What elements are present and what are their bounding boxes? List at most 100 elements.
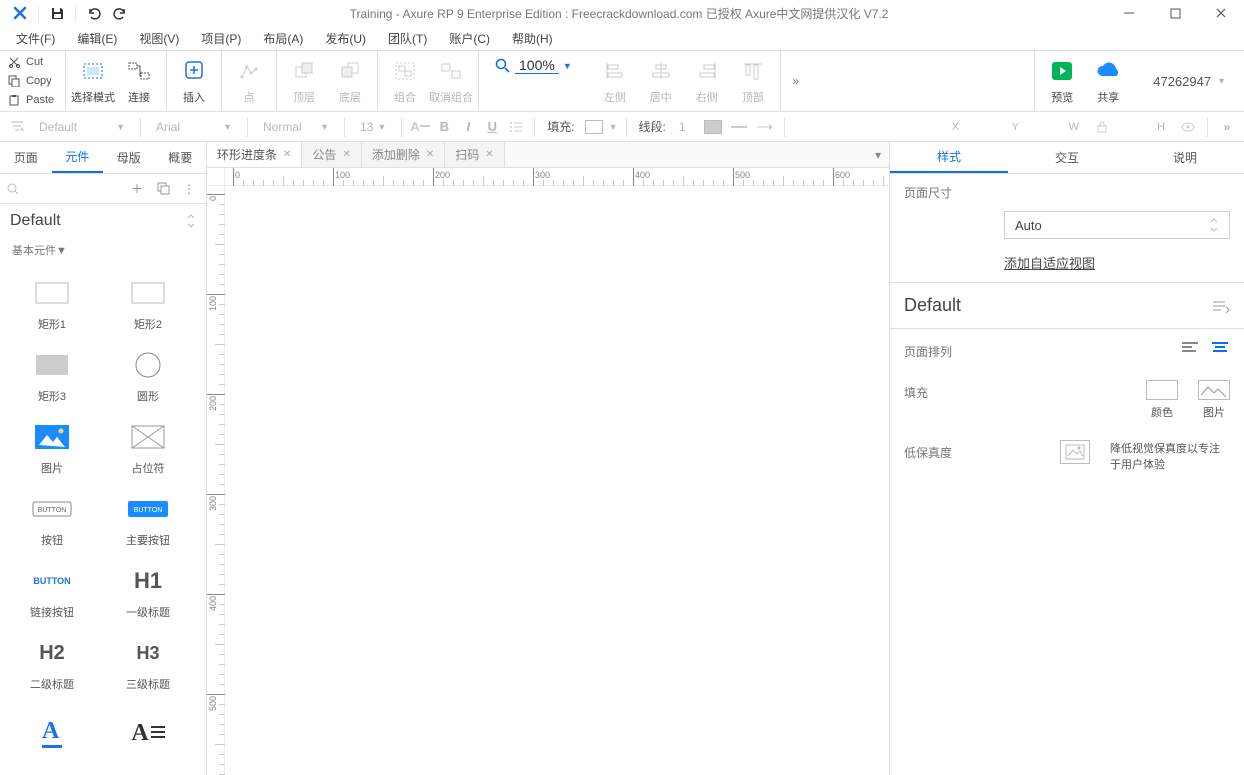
font-size-select[interactable]: 13▼: [353, 116, 393, 138]
duplicate-lib-button[interactable]: [154, 180, 172, 198]
fill-section-label: 填充: [904, 380, 964, 401]
send-back-button[interactable]: 底层: [327, 57, 373, 105]
select-mode-button[interactable]: 选择模式: [70, 57, 116, 105]
italic-button[interactable]: I: [458, 117, 478, 137]
style-filter-icon[interactable]: [8, 118, 26, 136]
maximize-button[interactable]: [1152, 0, 1198, 26]
menu-edit[interactable]: 编辑(E): [67, 28, 127, 49]
menu-layout[interactable]: 布局(A): [253, 28, 313, 49]
edit-style-icon[interactable]: [1212, 299, 1230, 313]
left-tab-masters[interactable]: 母版: [103, 142, 155, 173]
widget-a-blue[interactable]: A: [4, 700, 100, 772]
menu-team[interactable]: 团队(T): [378, 28, 437, 49]
doc-tab[interactable]: 环形进度条✕: [207, 142, 302, 167]
doc-tab[interactable]: 扫码✕: [445, 142, 504, 167]
left-tab-pages[interactable]: 页面: [0, 142, 52, 173]
text-color-button[interactable]: A: [410, 117, 430, 137]
library-select[interactable]: Default: [0, 204, 206, 238]
visibility-icon[interactable]: [1179, 118, 1197, 136]
right-tab-interaction[interactable]: 交互: [1008, 142, 1126, 173]
zoom-control[interactable]: 100% ▼: [483, 57, 584, 74]
save-icon[interactable]: [45, 1, 69, 25]
right-tab-style[interactable]: 样式: [890, 142, 1008, 173]
redo-icon[interactable]: [108, 1, 132, 25]
menu-project[interactable]: 项目(P): [191, 28, 251, 49]
fill-color-swatch[interactable]: [585, 120, 603, 134]
widget-rect-outline[interactable]: 矩形1: [4, 268, 100, 340]
close-tab-icon[interactable]: ✕: [485, 149, 493, 160]
zoom-value[interactable]: 100%: [515, 57, 559, 74]
right-panel: 样式 交互 说明 页面尺寸 Auto 添加自适应视图 Default 页面排列: [889, 142, 1244, 775]
right-tab-notes[interactable]: 说明: [1126, 142, 1244, 173]
left-tab-outline[interactable]: 概要: [155, 142, 207, 173]
lock-icon[interactable]: [1093, 118, 1111, 136]
minimize-button[interactable]: [1106, 0, 1152, 26]
paste-button[interactable]: Paste: [0, 94, 65, 106]
page-size-select[interactable]: Auto: [1004, 211, 1230, 239]
widget-btn-outline[interactable]: BUTTON按钮: [4, 484, 100, 556]
preview-button[interactable]: 预览: [1039, 57, 1085, 105]
left-tab-widgets[interactable]: 元件: [52, 142, 104, 173]
font-family-select[interactable]: Arial▼: [149, 116, 239, 138]
ungroup-button[interactable]: 取消组合: [428, 57, 474, 105]
line-width-input[interactable]: 1: [674, 116, 698, 138]
bold-button[interactable]: B: [434, 117, 454, 137]
font-weight-select[interactable]: Normal▼: [256, 116, 336, 138]
page-align-left-button[interactable]: [1182, 339, 1202, 355]
align-left-button[interactable]: 左侧: [592, 57, 638, 105]
add-adaptive-view-link[interactable]: 添加自适应视图: [1004, 253, 1230, 272]
widget-h1[interactable]: H1一级标题: [100, 556, 196, 628]
page-align-center-button[interactable]: [1210, 339, 1230, 355]
fill-image-button[interactable]: 图片: [1198, 380, 1230, 420]
connect-button[interactable]: 连接: [116, 57, 162, 105]
doc-tabs-more[interactable]: ▾: [867, 148, 889, 162]
widget-rect-fill[interactable]: 矩形3: [4, 340, 100, 412]
align-top-button[interactable]: 顶部: [730, 57, 776, 105]
menu-view[interactable]: 视图(V): [129, 28, 189, 49]
line-style-button[interactable]: [730, 118, 748, 136]
close-tab-icon[interactable]: ✕: [342, 149, 350, 160]
undo-icon[interactable]: [82, 1, 106, 25]
widget-search-input[interactable]: [6, 182, 122, 196]
add-lib-button[interactable]: ＋: [128, 180, 146, 198]
menu-publish[interactable]: 发布(U): [315, 28, 376, 49]
style-preset-select[interactable]: Default▼: [32, 116, 132, 138]
account-button[interactable]: 47262947▼: [1135, 51, 1244, 111]
align-center-button[interactable]: 居中: [638, 57, 684, 105]
widget-a-para[interactable]: A: [100, 700, 196, 772]
widget-btn-link[interactable]: BUTTON链接按钮: [4, 556, 100, 628]
stylebar-more-icon[interactable]: »: [1218, 118, 1236, 136]
widget-circle[interactable]: 圆形: [100, 340, 196, 412]
widget-h3[interactable]: H3三级标题: [100, 628, 196, 700]
align-right-button[interactable]: 右侧: [684, 57, 730, 105]
insert-button[interactable]: 插入: [171, 57, 217, 105]
line-color-swatch[interactable]: [704, 120, 722, 134]
arrow-style-button[interactable]: [756, 118, 774, 136]
close-button[interactable]: [1198, 0, 1244, 26]
library-category[interactable]: 基本元件▼: [0, 238, 206, 262]
close-tab-icon[interactable]: ✕: [283, 149, 291, 160]
doc-tab[interactable]: 添加删除✕: [362, 142, 445, 167]
fill-color-button[interactable]: 颜色: [1146, 380, 1178, 420]
ribbon-more-icon[interactable]: »: [781, 51, 811, 111]
lofi-toggle-button[interactable]: [1060, 440, 1090, 464]
menu-help[interactable]: 帮助(H): [502, 28, 563, 49]
widget-rect-outline[interactable]: 矩形2: [100, 268, 196, 340]
lib-menu-button[interactable]: ⋮: [180, 180, 198, 198]
menu-account[interactable]: 账户(C): [439, 28, 500, 49]
copy-button[interactable]: Copy: [0, 75, 65, 87]
underline-button[interactable]: U: [482, 117, 502, 137]
widget-btn-fill[interactable]: BUTTON主要按钮: [100, 484, 196, 556]
cut-button[interactable]: Cut: [0, 56, 65, 68]
widget-image[interactable]: 图片: [4, 412, 100, 484]
bring-front-button[interactable]: 顶层: [281, 57, 327, 105]
menu-file[interactable]: 文件(F): [6, 28, 65, 49]
list-button[interactable]: [506, 117, 526, 137]
group-button[interactable]: 组合: [382, 57, 428, 105]
point-button[interactable]: 点: [226, 57, 272, 105]
close-tab-icon[interactable]: ✕: [426, 149, 434, 160]
widget-h2[interactable]: H2二级标题: [4, 628, 100, 700]
widget-placeholder[interactable]: 占位符: [100, 412, 196, 484]
share-button[interactable]: 共享: [1085, 57, 1131, 105]
doc-tab[interactable]: 公告✕: [302, 142, 361, 167]
